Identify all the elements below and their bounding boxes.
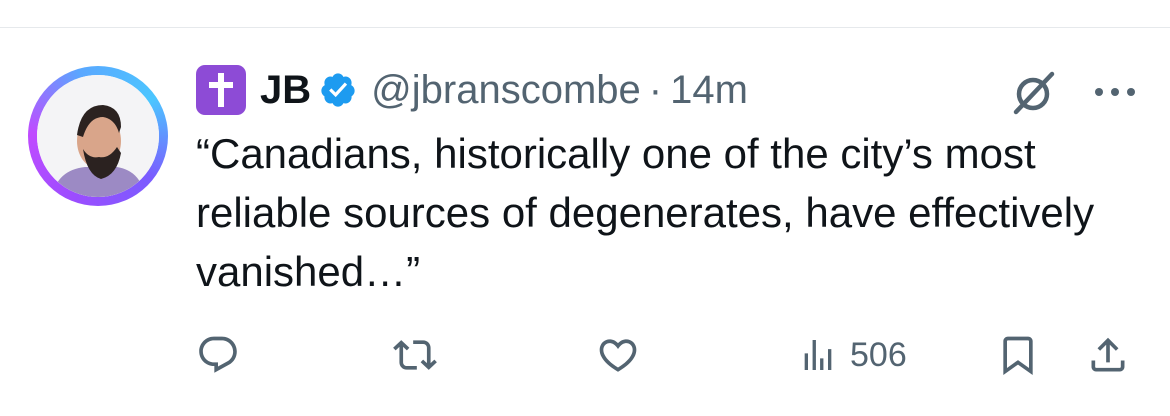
bar-chart-icon: [804, 340, 832, 370]
cross-icon: [196, 65, 246, 115]
grok-icon[interactable]: [1008, 68, 1058, 118]
timestamp[interactable]: 14m: [670, 68, 748, 113]
more-icon[interactable]: [1090, 82, 1140, 102]
views-button[interactable]: 506: [798, 330, 907, 380]
share-button[interactable]: [1086, 330, 1130, 380]
separator-dot: ·: [648, 67, 663, 112]
reply-button[interactable]: [196, 330, 240, 380]
top-divider: [0, 27, 1170, 28]
share-icon: [1091, 337, 1125, 372]
bookmark-button[interactable]: [996, 330, 1040, 380]
avatar[interactable]: [28, 66, 168, 206]
author-handle[interactable]: @jbranscombe: [371, 68, 641, 113]
repost-button[interactable]: [392, 330, 438, 380]
tweet-text: “Canadians, historically one of the city…: [196, 130, 1095, 295]
heart-icon: [599, 339, 637, 372]
bookmark-icon: [1003, 336, 1033, 376]
avatar-photo: [37, 75, 159, 197]
verified-badge-icon[interactable]: [319, 71, 357, 109]
author-name[interactable]: JB: [260, 68, 311, 113]
retweet-icon: [393, 340, 437, 370]
views-count: 506: [850, 335, 907, 374]
speech-bubble-icon: [199, 336, 237, 373]
like-button[interactable]: [596, 330, 640, 380]
tweet-header: JB @jbranscombe · 14m: [196, 60, 748, 120]
